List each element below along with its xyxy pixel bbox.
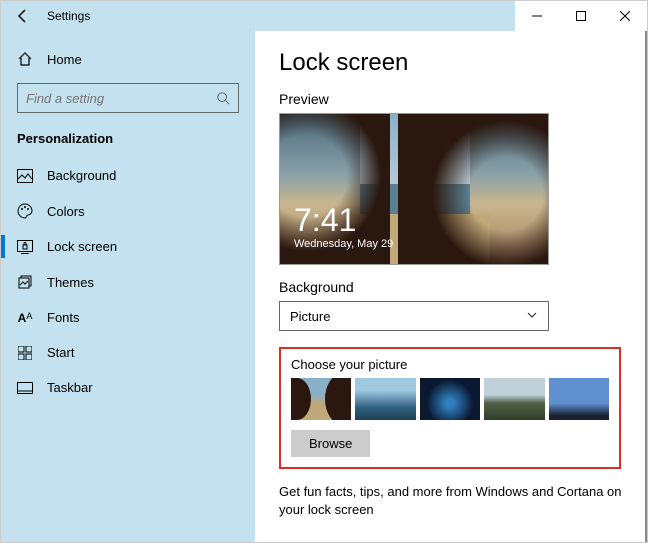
home-label: Home xyxy=(47,52,82,67)
picture-thumb[interactable] xyxy=(484,378,544,420)
home-icon xyxy=(17,51,33,67)
start-icon xyxy=(17,346,33,360)
browse-button[interactable]: Browse xyxy=(291,430,370,457)
choose-picture-section: Choose your picture Browse xyxy=(279,347,621,469)
lockscreen-preview: 7:41 Wednesday, May 29 xyxy=(279,113,549,265)
fonts-icon: AA xyxy=(17,311,33,325)
preview-label: Preview xyxy=(279,91,627,107)
background-dropdown[interactable]: Picture xyxy=(279,301,549,331)
palette-icon xyxy=(17,203,33,219)
main-panel: Lock screen Preview 7:41 Wednesday, May … xyxy=(255,31,647,542)
themes-icon xyxy=(17,274,33,290)
sidebar-item-label: Start xyxy=(47,345,74,360)
preview-clock: 7:41 Wednesday, May 29 xyxy=(294,204,393,250)
close-icon xyxy=(620,11,630,21)
sidebar-item-label: Colors xyxy=(47,204,85,219)
background-label: Background xyxy=(279,279,627,295)
picture-icon xyxy=(17,169,33,183)
chevron-down-icon xyxy=(526,309,538,324)
home-nav[interactable]: Home xyxy=(1,43,255,75)
back-button[interactable] xyxy=(15,8,31,24)
maximize-button[interactable] xyxy=(559,1,603,31)
sidebar-item-themes[interactable]: Themes xyxy=(1,264,255,300)
picture-thumb[interactable] xyxy=(291,378,351,420)
scrollbar[interactable] xyxy=(645,31,647,542)
close-button[interactable] xyxy=(603,1,647,31)
picture-thumbnails xyxy=(291,378,609,420)
sidebar-item-label: Taskbar xyxy=(47,380,93,395)
sidebar-item-label: Background xyxy=(47,168,116,183)
sidebar-item-start[interactable]: Start xyxy=(1,335,255,370)
taskbar-icon xyxy=(17,382,33,394)
search-input[interactable] xyxy=(26,91,216,106)
search-icon xyxy=(216,91,230,105)
back-arrow-icon xyxy=(15,8,31,24)
sidebar-item-label: Fonts xyxy=(47,310,80,325)
sidebar-item-colors[interactable]: Colors xyxy=(1,193,255,229)
tips-text: Get fun facts, tips, and more from Windo… xyxy=(279,483,624,519)
picture-thumb[interactable] xyxy=(355,378,415,420)
lockscreen-icon xyxy=(17,240,33,254)
search-box[interactable] xyxy=(17,83,239,113)
sidebar-item-taskbar[interactable]: Taskbar xyxy=(1,370,255,405)
minimize-icon xyxy=(532,11,542,21)
sidebar: Home Personalization Background Colors L… xyxy=(1,31,255,542)
minimize-button[interactable] xyxy=(515,1,559,31)
sidebar-item-lock-screen[interactable]: Lock screen xyxy=(1,229,255,264)
background-selected: Picture xyxy=(290,309,330,324)
preview-time: 7:41 xyxy=(294,204,393,236)
choose-picture-label: Choose your picture xyxy=(291,357,609,372)
sidebar-item-background[interactable]: Background xyxy=(1,158,255,193)
title-bar: Settings xyxy=(1,1,647,31)
sidebar-item-label: Lock screen xyxy=(47,239,117,254)
section-header: Personalization xyxy=(1,125,255,158)
picture-thumb[interactable] xyxy=(549,378,609,420)
sidebar-item-label: Themes xyxy=(47,275,94,290)
window-title: Settings xyxy=(47,9,90,23)
preview-date: Wednesday, May 29 xyxy=(294,238,393,250)
maximize-icon xyxy=(576,11,586,21)
picture-thumb[interactable] xyxy=(420,378,480,420)
page-title: Lock screen xyxy=(279,49,627,77)
sidebar-item-fonts[interactable]: AA Fonts xyxy=(1,300,255,335)
